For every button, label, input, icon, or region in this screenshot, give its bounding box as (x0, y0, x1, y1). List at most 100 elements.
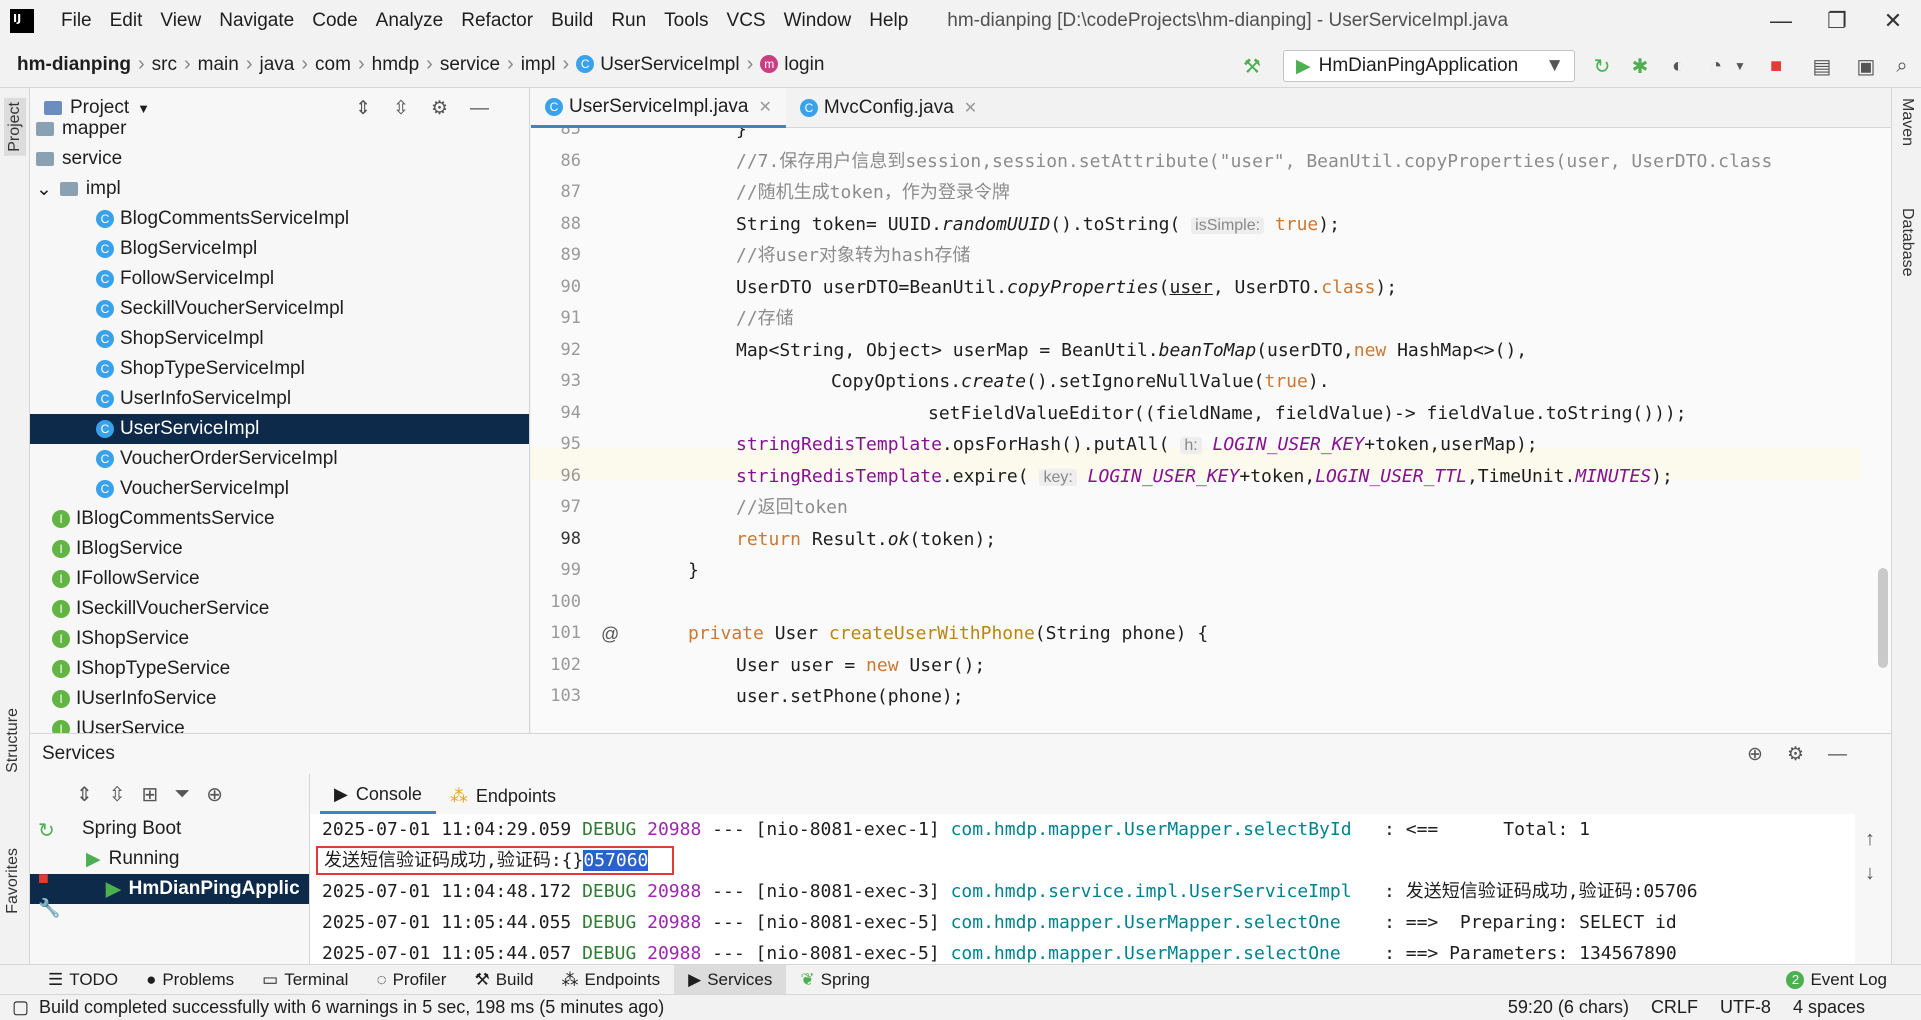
minimize-icon[interactable]: — (1753, 8, 1809, 34)
stop-icon[interactable]: ■ (1762, 52, 1790, 80)
chevron-down-icon[interactable]: ▼ (1726, 52, 1754, 80)
tool-tab-favorites[interactable]: Favorites (4, 848, 22, 914)
menu-build[interactable]: Build (542, 10, 602, 32)
line-separator[interactable]: CRLF (1651, 997, 1698, 1018)
menu-run[interactable]: Run (602, 10, 655, 32)
tab-console[interactable]: ▶ Console (320, 778, 436, 814)
build-hammer-icon[interactable]: ⚒ (1238, 52, 1266, 80)
tree-item-spring-boot[interactable]: Spring Boot (30, 814, 309, 844)
tab-mvcconfig[interactable]: C MvcConfig.java ✕ (786, 88, 991, 128)
breadcrumb-main[interactable]: main (191, 54, 246, 76)
tool-todo[interactable]: ☰ TODO (34, 965, 132, 995)
tree-item[interactable]: C BlogServiceImpl (30, 234, 529, 264)
rerun-icon[interactable]: ↻ (1588, 52, 1616, 80)
breadcrumb-class[interactable]: C UserServiceImpl (569, 54, 746, 76)
expand-all-icon[interactable]: ⇕ (355, 98, 393, 119)
tree-item[interactable]: I ISeckillVoucherService (30, 594, 529, 624)
search-icon[interactable]: ⌕ (1888, 52, 1916, 80)
arrow-up-icon[interactable]: ↑ (1865, 828, 1875, 851)
breadcrumb-project[interactable]: hm-dianping (10, 54, 138, 76)
menu-file[interactable]: File (52, 10, 101, 32)
collapse-all-icon[interactable]: ⇳ (109, 782, 142, 807)
tool-services[interactable]: ▶ Services (674, 964, 787, 995)
debug-icon[interactable]: ✱ (1626, 52, 1654, 80)
code-editor[interactable]: ⚠2 ⌃ ⌄ 85 86 87 88 89 90 91 92 93 94 95 96 97 98 99 100… (531, 128, 1891, 733)
menu-vcs[interactable]: VCS (718, 10, 775, 32)
run-config-select[interactable]: ▶ HmDianPingApplication ▼ (1283, 50, 1575, 82)
tree-item[interactable]: C UserInfoServiceImpl (30, 384, 529, 414)
close-tab-icon[interactable]: ✕ (759, 97, 772, 117)
tree-item[interactable]: I IShopService (30, 624, 529, 654)
tab-endpoints[interactable]: ⁂ Endpoints (436, 778, 570, 814)
menu-window[interactable]: Window (775, 10, 861, 32)
stop-icon[interactable]: ■ (38, 868, 49, 889)
console-output[interactable]: 2025-07-01 11:04:29.059 DEBUG 20988 --- … (310, 814, 1855, 965)
tree-item[interactable]: I IUserInfoService (30, 684, 529, 714)
breadcrumb-com[interactable]: com (308, 54, 358, 76)
breadcrumb-impl[interactable]: impl (514, 54, 563, 76)
tool-problems[interactable]: ● Problems (132, 965, 248, 995)
tree-item[interactable]: C ShopServiceImpl (30, 324, 529, 354)
expand-all-icon[interactable]: ⇕ (76, 782, 109, 807)
tree-item[interactable]: C VoucherServiceImpl (30, 474, 529, 504)
gear-icon[interactable]: ⚙ (431, 98, 470, 119)
close-icon[interactable]: ✕ (1865, 8, 1921, 34)
scrollbar[interactable] (1877, 128, 1889, 733)
arrow-down-icon[interactable]: ↓ (1865, 862, 1875, 885)
indent-setting[interactable]: 4 spaces (1793, 997, 1865, 1018)
tree-item[interactable]: C ShopTypeServiceImpl (30, 354, 529, 384)
breadcrumb-service[interactable]: service (433, 54, 507, 76)
tool-tab-structure[interactable]: Structure (4, 708, 22, 773)
breadcrumb-method[interactable]: m login (753, 54, 831, 76)
filter-icon[interactable]: ⏷ (174, 783, 206, 806)
tree-item[interactable]: I IUserService (30, 714, 529, 733)
chevron-down-icon[interactable]: ⌄ (1732, 128, 1747, 132)
menu-refactor[interactable]: Refactor (452, 10, 542, 32)
hide-icon[interactable]: — (1828, 744, 1871, 765)
crosshair-icon[interactable]: ⊕ (1747, 744, 1787, 765)
tab-userserviceimpl[interactable]: C UserServiceImpl.java ✕ (531, 88, 786, 128)
tree-item-running[interactable]: ▶ Running (30, 844, 309, 874)
tree-item[interactable]: I IBlogCommentsService (30, 504, 529, 534)
override-icon[interactable]: @ (601, 624, 619, 645)
tree-item[interactable]: C VoucherOrderServiceImpl (30, 444, 529, 474)
menu-code[interactable]: Code (303, 10, 366, 32)
rerun-icon[interactable]: ↻ (38, 818, 55, 843)
chevron-down-icon[interactable]: ▼ (137, 101, 150, 116)
close-tab-icon[interactable]: ✕ (964, 98, 977, 118)
tree-item[interactable]: C UserServiceImpl (30, 414, 529, 444)
tree-item[interactable]: C BlogCommentsServiceImpl (30, 204, 529, 234)
tree-item[interactable]: I IShopTypeService (30, 654, 529, 684)
tool-event-log[interactable]: 2 Event Log (1772, 965, 1901, 995)
breadcrumb-hmdp[interactable]: hmdp (365, 54, 427, 76)
menu-help[interactable]: Help (860, 10, 917, 32)
gear-icon[interactable]: ⚙ (1787, 744, 1828, 765)
coverage-icon[interactable]: ◐ (1664, 52, 1692, 80)
tree-item[interactable]: ⌄ impl (30, 174, 529, 204)
restore-icon[interactable]: ❐ (1809, 8, 1865, 34)
project-structure-icon[interactable]: ▤ (1808, 52, 1836, 80)
tool-profiler[interactable]: ◌ Profiler (362, 965, 460, 995)
chevron-up-icon[interactable]: ⌃ (1704, 128, 1719, 132)
inspection-widget[interactable]: ⚠2 ⌃ ⌄ (1661, 128, 1747, 133)
hide-icon[interactable]: — (470, 98, 511, 119)
tree-item[interactable]: C SeckillVoucherServiceImpl (30, 294, 529, 324)
tool-tab-maven[interactable]: Maven (1898, 98, 1916, 146)
tool-tab-project[interactable]: Project (4, 98, 26, 156)
caret-position[interactable]: 59:20 (6 chars) (1508, 997, 1629, 1018)
collapse-all-icon[interactable]: ⇳ (393, 98, 431, 119)
tool-tab-database[interactable]: Database (1898, 208, 1916, 277)
wrench-icon[interactable]: 🔧 (38, 898, 60, 919)
status-message[interactable]: Build completed successfully with 6 warn… (39, 997, 664, 1018)
tree-item[interactable]: service (30, 144, 529, 174)
project-panel-title[interactable]: Project (70, 97, 129, 119)
tool-build[interactable]: ⚒ Build (460, 965, 547, 995)
tree-item[interactable]: I IFollowService (30, 564, 529, 594)
status-toggle-icon[interactable]: ▢ (12, 997, 29, 1018)
file-encoding[interactable]: UTF-8 (1720, 997, 1771, 1018)
menu-navigate[interactable]: Navigate (210, 10, 303, 32)
group-icon[interactable]: ⊞ (142, 782, 175, 807)
tool-endpoints[interactable]: ⁂ Endpoints (548, 965, 675, 995)
layout-icon[interactable]: ▣ (1852, 52, 1880, 80)
chevron-down-icon[interactable]: ⌄ (36, 178, 52, 201)
